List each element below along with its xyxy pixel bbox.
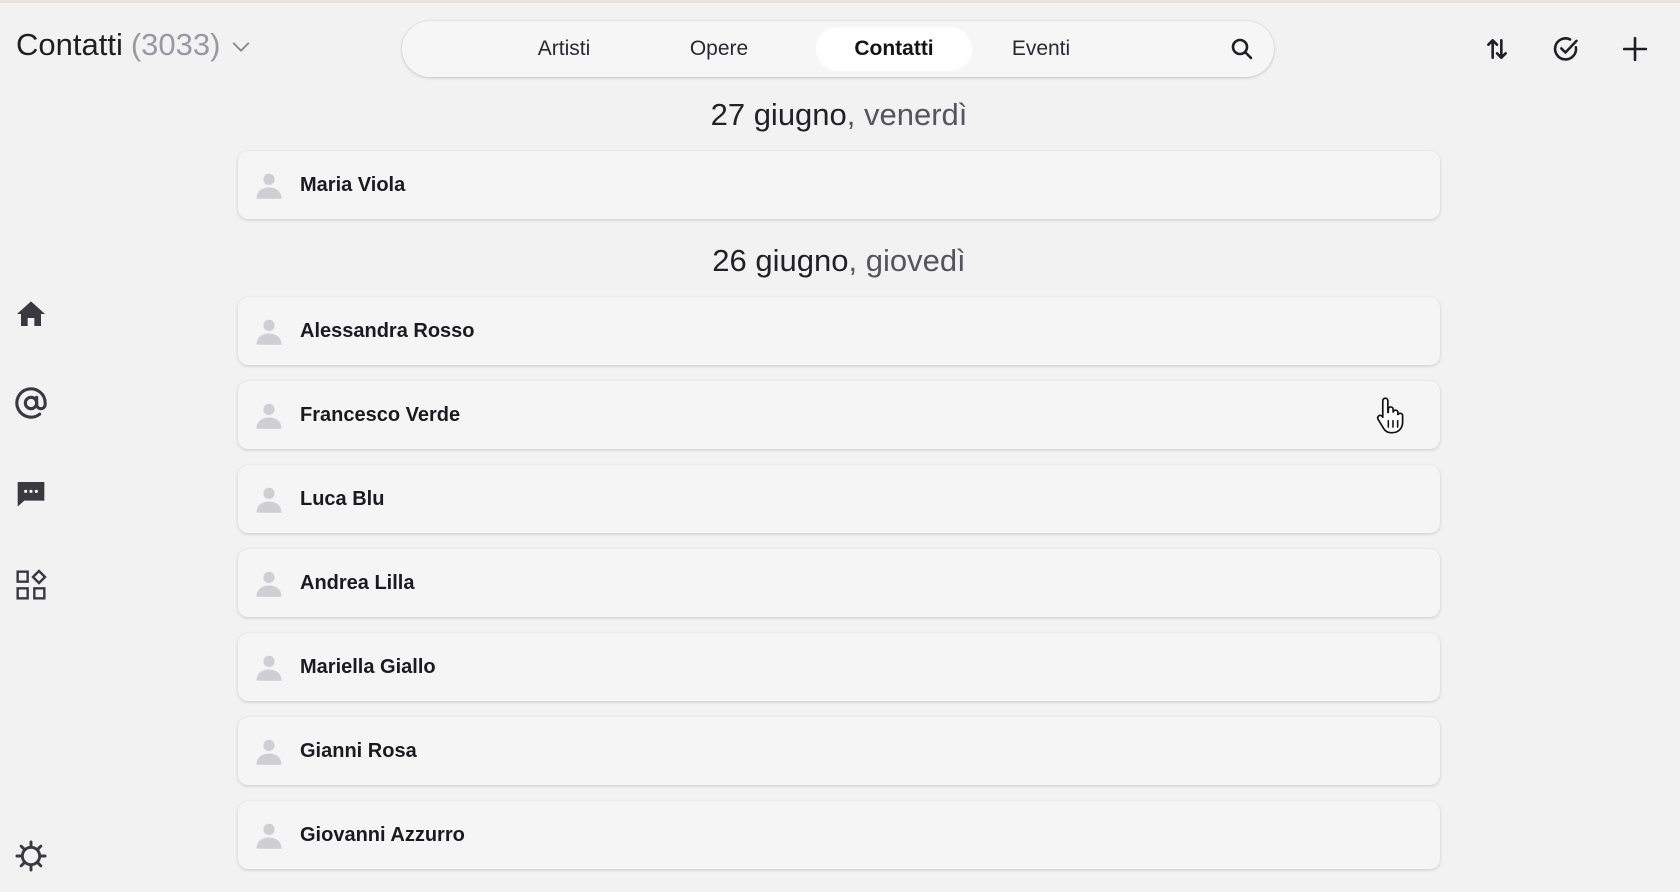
contact-row[interactable]: Giovanni Azzurro	[238, 801, 1440, 869]
avatar-placeholder-icon	[254, 652, 284, 682]
contact-row[interactable]: Mariella Giallo	[238, 633, 1440, 701]
contact-row[interactable]: Maria Viola	[238, 151, 1440, 219]
contact-row[interactable]: Andrea Lilla	[238, 549, 1440, 617]
contact-count: (3033)	[130, 27, 221, 62]
sidebar-messages[interactable]	[12, 475, 50, 513]
contact-row[interactable]: Luca Blu	[238, 465, 1440, 533]
contact-name: Alessandra Rosso	[300, 319, 475, 342]
tab-eventi[interactable]: Eventi	[996, 27, 1086, 71]
add-contact-button[interactable]	[1617, 31, 1653, 67]
contact-name: Giovanni Azzurro	[300, 823, 465, 846]
plus-icon	[1622, 36, 1648, 62]
avatar-placeholder-icon	[254, 484, 284, 514]
search-button[interactable]	[1226, 33, 1258, 65]
sidebar-home[interactable]	[12, 295, 50, 333]
sidebar-apps[interactable]	[12, 566, 50, 604]
contact-row[interactable]: Gianni Rosa	[238, 717, 1440, 785]
day-weekday: , venerdì	[846, 97, 968, 132]
contact-name: Francesco Verde	[300, 403, 461, 426]
chat-icon	[17, 482, 45, 507]
tab-artisti[interactable]: Artisti	[514, 27, 614, 71]
sidebar-settings[interactable]	[12, 837, 50, 875]
day-date: 26 giugno	[712, 243, 849, 278]
day-header: 27 giugno, venerdì	[238, 97, 1440, 133]
avatar-placeholder-icon	[254, 316, 284, 346]
chevron-down-icon[interactable]	[230, 36, 252, 58]
avatar-placeholder-icon	[254, 568, 284, 598]
tab-contatti[interactable]: Contatti	[816, 27, 972, 71]
avatar-placeholder-icon	[254, 736, 284, 766]
select-button[interactable]	[1548, 31, 1584, 67]
avatar-placeholder-icon	[254, 400, 284, 430]
contact-name: Maria Viola	[300, 173, 406, 196]
search-icon	[1231, 38, 1253, 60]
avatar-placeholder-icon	[254, 820, 284, 850]
apps-icon	[16, 569, 47, 600]
page-title[interactable]: Contatti (3033)	[16, 27, 252, 63]
at-sign-icon	[15, 387, 47, 419]
contact-row[interactable]: Francesco Verde	[238, 381, 1440, 449]
contact-row[interactable]: Alessandra Rosso	[238, 297, 1440, 365]
day-date: 27 giugno	[710, 97, 847, 132]
page-title-text: Contatti	[16, 27, 123, 62]
sidebar-mentions[interactable]	[12, 384, 50, 422]
contact-name: Andrea Lilla	[300, 571, 415, 594]
section-tabs: Artisti Opere Contatti Eventi	[402, 21, 1274, 77]
home-icon	[17, 301, 45, 326]
tab-opere[interactable]: Opere	[672, 27, 766, 71]
day-header: 26 giugno, giovedì	[238, 243, 1440, 279]
check-circle-icon	[1553, 37, 1578, 61]
contact-name: Mariella Giallo	[300, 655, 436, 678]
avatar-placeholder-icon	[254, 170, 284, 200]
day-weekday: , giovedì	[848, 243, 966, 278]
settings-icon	[15, 840, 47, 872]
sort-button[interactable]	[1479, 31, 1515, 67]
contact-name: Luca Blu	[300, 487, 385, 510]
contact-name: Gianni Rosa	[300, 739, 417, 762]
sort-arrows-icon	[1487, 39, 1507, 59]
